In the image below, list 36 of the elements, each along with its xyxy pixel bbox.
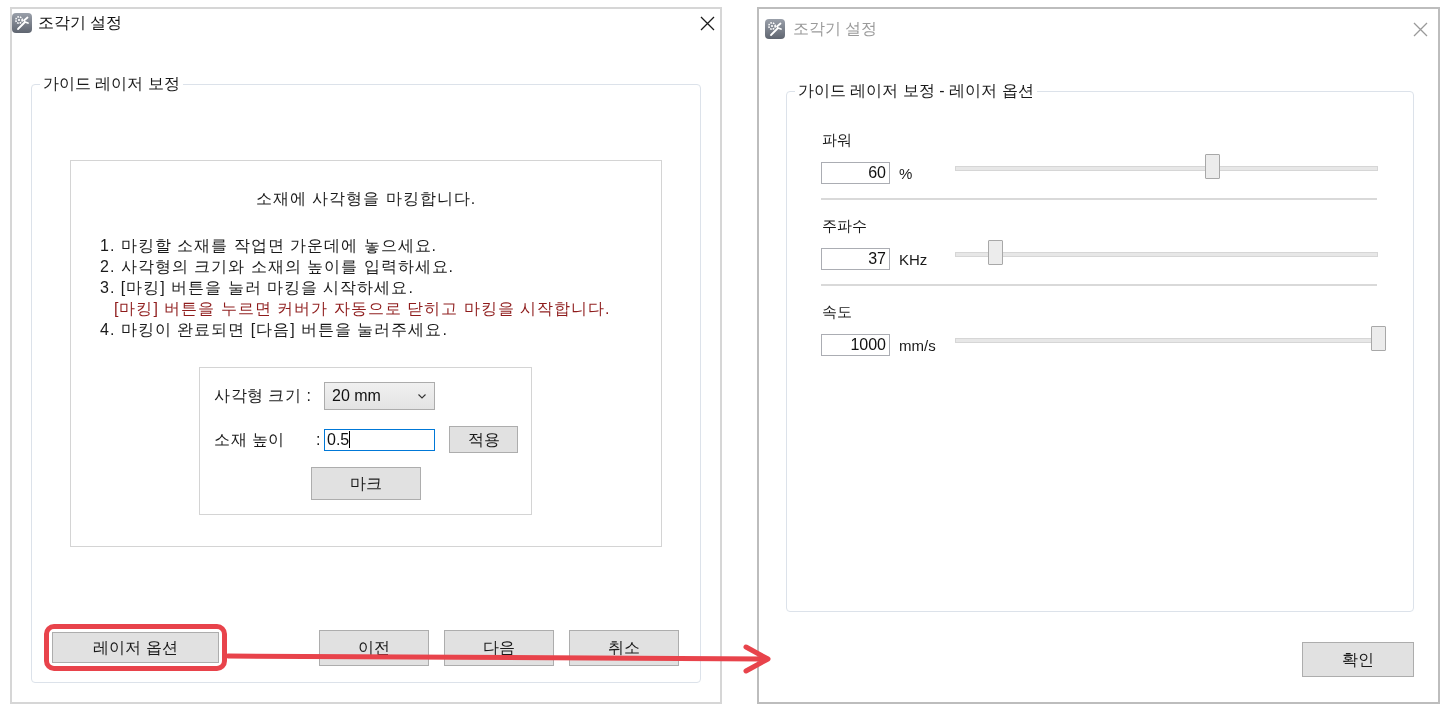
close-icon — [699, 15, 715, 31]
instruction-step: 3. [마킹] 버튼을 눌러 마킹을 시작하세요. — [100, 277, 414, 298]
instruction-step: 1. 마킹할 소재를 작업면 가운데에 놓으세요. — [100, 235, 437, 256]
instruction-step: 4. 마킹이 완료되면 [다음] 버튼을 눌러주세요. — [100, 319, 448, 340]
close-button[interactable] — [699, 15, 715, 31]
colon-label: : — [316, 429, 322, 450]
slider-thumb[interactable] — [1371, 326, 1386, 351]
setting-label: 속도 — [822, 302, 853, 322]
window-title: 조각기 설정 — [793, 19, 878, 39]
chevron-down-icon — [418, 393, 426, 399]
size-label: 사각형 크기 : — [214, 386, 313, 406]
setting-label: 파워 — [822, 130, 853, 150]
size-dropdown[interactable]: 20 mm — [324, 382, 435, 410]
slider-track[interactable] — [955, 326, 1386, 351]
unit-label: KHz — [899, 251, 929, 269]
apply-button[interactable]: 적용 — [449, 426, 518, 453]
height-label: 소재 높이 — [214, 429, 286, 450]
slider-thumb[interactable] — [988, 240, 1003, 265]
instruction-heading: 소재에 사각형을 마킹합니다. — [255, 189, 477, 209]
value-input[interactable]: 1000 — [821, 334, 890, 356]
ok-button[interactable]: 확인 — [1302, 642, 1414, 677]
gear-wrench-icon — [765, 19, 785, 39]
height-input[interactable]: 0.5 — [324, 428, 435, 451]
unit-label: mm/s — [899, 337, 937, 355]
dialog-button[interactable]: 레이저 옵션 — [52, 632, 219, 663]
value-input[interactable]: 60 — [821, 162, 890, 184]
close-icon — [1412, 21, 1428, 37]
window-title: 조각기 설정 — [38, 13, 123, 33]
setting-label: 주파수 — [822, 216, 868, 236]
text-cursor-icon — [349, 431, 351, 448]
instruction-step: 2. 사각형의 크기와 소재의 높이를 입력하세요. — [100, 256, 454, 277]
slider-thumb[interactable] — [1205, 154, 1220, 179]
value-input[interactable]: 37 — [821, 248, 890, 270]
warning-note: [마킹] 버튼을 누르면 커버가 자동으로 닫히고 마킹을 시작합니다. — [114, 299, 611, 319]
mark-button[interactable]: 마크 — [310, 467, 421, 500]
unit-label: % — [899, 165, 914, 183]
